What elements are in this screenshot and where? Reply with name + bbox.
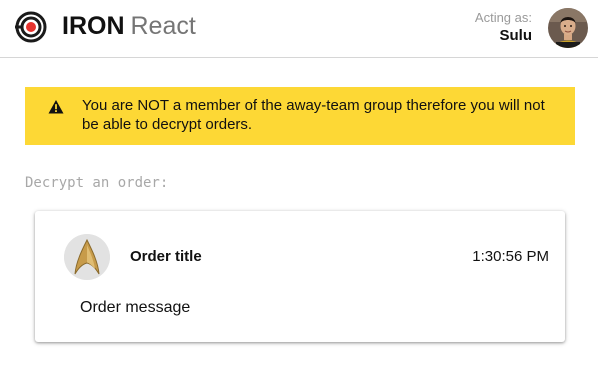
order-title: Order title xyxy=(130,248,202,265)
order-message: Order message xyxy=(80,299,191,316)
warning-message: You are NOT a member of the away-team gr… xyxy=(82,97,545,133)
brand-name-bold: IRON xyxy=(62,12,125,40)
brand-name-light: React xyxy=(130,12,196,40)
app-brand: IRON React xyxy=(62,10,196,42)
order-card[interactable]: Order title 1:30:56 PM Order message xyxy=(35,211,565,342)
acting-as-block: Acting as: Sulu xyxy=(475,10,532,46)
order-timestamp: 1:30:56 PM xyxy=(472,248,549,265)
iron-target-logo-icon xyxy=(15,11,47,43)
acting-as-label: Acting as: xyxy=(474,10,532,25)
warning-triangle-icon xyxy=(48,99,64,115)
not-member-warning-banner: You are NOT a member of the away-team gr… xyxy=(25,87,575,145)
user-avatar-icon[interactable] xyxy=(548,8,588,48)
app-header: IRON React Acting as: Sulu xyxy=(0,0,598,58)
acting-user-name: Sulu xyxy=(499,27,533,44)
decrypt-order-heading: Decrypt an order: xyxy=(25,175,169,191)
starfleet-delta-icon xyxy=(64,234,110,280)
